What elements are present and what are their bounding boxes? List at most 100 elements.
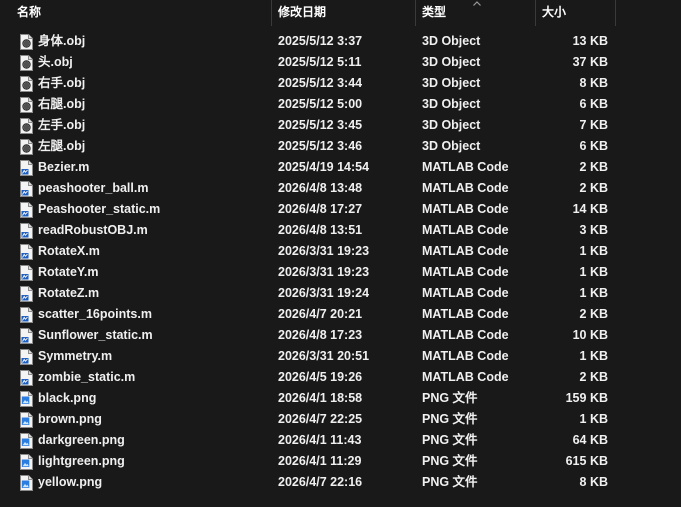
file-date-modified: 2026/3/31 19:24 — [278, 286, 370, 300]
column-header-name[interactable]: 名称 — [11, 0, 271, 26]
file-row[interactable]: Bezier.m 2025/4/19 14:54 MATLAB Code 2 KB — [0, 157, 681, 178]
file-name: 头.obj — [38, 55, 73, 69]
file-name: RotateY.m — [38, 265, 99, 279]
file-name: 右腿.obj — [38, 97, 86, 111]
column-header-bar: 名称 修改日期 类型 大小 — [0, 0, 681, 26]
file-row[interactable]: brown.png 2026/4/7 22:25 PNG 文件 1 KB — [0, 409, 681, 430]
file-date-modified: 2026/4/8 13:48 — [278, 181, 363, 195]
file-date-modified: 2026/4/7 20:21 — [278, 307, 363, 321]
file-type: MATLAB Code — [422, 328, 509, 342]
file-name: Bezier.m — [38, 160, 90, 174]
file-row[interactable]: Peashooter_static.m 2026/4/8 17:27 MATLAB … — [0, 199, 681, 220]
png-file-icon — [20, 412, 33, 428]
3d-object-icon — [20, 97, 33, 113]
file-date-modified: 2026/4/7 22:25 — [278, 412, 363, 426]
file-date-modified: 2025/5/12 3:37 — [278, 34, 363, 48]
file-type: 3D Object — [422, 76, 481, 90]
png-file-icon — [20, 475, 33, 491]
3d-object-icon — [20, 55, 33, 71]
file-name: Sunflower_static.m — [38, 328, 153, 342]
file-date-modified: 2026/4/8 13:51 — [278, 223, 363, 237]
file-row[interactable]: 左手.obj 2025/5/12 3:45 3D Object 7 KB — [0, 115, 681, 136]
file-size: 8 KB — [579, 475, 608, 489]
file-date-modified: 2025/5/12 3:45 — [278, 118, 363, 132]
file-name: peashooter_ball.m — [38, 181, 149, 195]
file-row[interactable]: Symmetry.m 2026/3/31 20:51 MATLAB Code 1 KB — [0, 346, 681, 367]
file-row[interactable]: darkgreen.png 2026/4/1 11:43 PNG 文件 64 KB — [0, 430, 681, 451]
file-size: 2 KB — [579, 181, 608, 195]
file-name: 左手.obj — [38, 118, 86, 132]
file-row[interactable]: RotateX.m 2026/3/31 19:23 MATLAB Code 1 KB — [0, 241, 681, 262]
file-type: PNG 文件 — [422, 454, 478, 468]
file-date-modified: 2026/4/1 18:58 — [278, 391, 363, 405]
file-type: PNG 文件 — [422, 475, 478, 489]
file-name: black.png — [38, 391, 97, 405]
file-row[interactable]: 右手.obj 2025/5/12 3:44 3D Object 8 KB — [0, 73, 681, 94]
file-type: 3D Object — [422, 55, 481, 69]
file-date-modified: 2025/5/12 5:11 — [278, 55, 362, 69]
file-row[interactable]: Sunflower_static.m 2026/4/8 17:23 MATLAB C… — [0, 325, 681, 346]
file-date-modified: 2026/3/31 19:23 — [278, 265, 370, 279]
3d-object-icon — [20, 76, 33, 92]
file-row[interactable]: 身体.obj 2025/5/12 3:37 3D Object 13 KB — [0, 31, 681, 52]
3d-object-icon — [20, 139, 33, 155]
3d-object-icon — [20, 118, 33, 134]
file-name: readRobustOBJ.m — [38, 223, 148, 237]
file-size: 6 KB — [579, 139, 608, 153]
matlab-file-icon — [20, 244, 33, 260]
file-size: 1 KB — [579, 265, 608, 279]
matlab-file-icon — [20, 370, 33, 386]
file-size: 13 KB — [572, 34, 608, 48]
file-size: 8 KB — [579, 76, 608, 90]
column-header-size[interactable]: 大小 — [536, 0, 616, 26]
file-type: MATLAB Code — [422, 370, 509, 384]
file-name: RotateX.m — [38, 244, 100, 258]
file-date-modified: 2026/4/8 17:23 — [278, 328, 363, 342]
file-name: Peashooter_static.m — [38, 202, 161, 216]
file-date-modified: 2026/3/31 20:51 — [278, 349, 370, 363]
file-date-modified: 2026/4/7 22:16 — [278, 475, 363, 489]
column-header-date[interactable]: 修改日期 — [272, 0, 415, 26]
file-name: zombie_static.m — [38, 370, 136, 384]
file-size: 10 KB — [572, 328, 608, 342]
file-row[interactable]: peashooter_ball.m 2026/4/8 13:48 MATLAB Co… — [0, 178, 681, 199]
file-row[interactable]: yellow.png 2026/4/7 22:16 PNG 文件 8 KB — [0, 472, 681, 493]
column-separator[interactable] — [615, 0, 616, 26]
file-type: MATLAB Code — [422, 244, 509, 258]
matlab-file-icon — [20, 265, 33, 281]
matlab-file-icon — [20, 202, 33, 218]
file-row[interactable]: 头.obj 2025/5/12 5:11 3D Object 37 KB — [0, 52, 681, 73]
file-row[interactable]: lightgreen.png 2026/4/1 11:29 PNG 文件 615 KB — [0, 451, 681, 472]
file-date-modified: 2026/4/1 11:43 — [278, 433, 362, 447]
file-name: darkgreen.png — [38, 433, 125, 447]
file-date-modified: 2026/4/8 17:27 — [278, 202, 363, 216]
file-type: PNG 文件 — [422, 391, 478, 405]
file-list: 身体.obj 2025/5/12 3:37 3D Object 13 KB 头.obj 2… — [0, 31, 681, 493]
file-name: RotateZ.m — [38, 286, 100, 300]
file-date-modified: 2025/5/12 3:46 — [278, 139, 363, 153]
file-type: 3D Object — [422, 139, 481, 153]
file-date-modified: 2026/4/1 11:29 — [278, 454, 362, 468]
file-date-modified: 2025/5/12 5:00 — [278, 97, 363, 111]
file-date-modified: 2025/4/19 14:54 — [278, 160, 370, 174]
file-row[interactable]: readRobustOBJ.m 2026/4/8 13:51 MATLAB Code… — [0, 220, 681, 241]
file-row[interactable]: RotateY.m 2026/3/31 19:23 MATLAB Code 1 KB — [0, 262, 681, 283]
file-size: 1 KB — [579, 244, 608, 258]
file-name: 左腿.obj — [38, 139, 86, 153]
file-row[interactable]: RotateZ.m 2026/3/31 19:24 MATLAB Code 1 KB — [0, 283, 681, 304]
sort-ascending-icon — [473, 1, 481, 6]
file-row[interactable]: 右腿.obj 2025/5/12 5:00 3D Object 6 KB — [0, 94, 681, 115]
file-row[interactable]: scatter_16points.m 2026/4/7 20:21 MATLAB C… — [0, 304, 681, 325]
file-type: MATLAB Code — [422, 349, 509, 363]
file-row[interactable]: 左腿.obj 2025/5/12 3:46 3D Object 6 KB — [0, 136, 681, 157]
file-name: lightgreen.png — [38, 454, 125, 468]
file-type: MATLAB Code — [422, 286, 509, 300]
file-size: 2 KB — [579, 307, 608, 321]
file-row[interactable]: black.png 2026/4/1 18:58 PNG 文件 159 KB — [0, 388, 681, 409]
matlab-file-icon — [20, 349, 33, 365]
file-name: 右手.obj — [38, 76, 86, 90]
file-size: 615 KB — [565, 454, 608, 468]
matlab-file-icon — [20, 286, 33, 302]
file-date-modified: 2026/3/31 19:23 — [278, 244, 370, 258]
file-row[interactable]: zombie_static.m 2026/4/5 19:26 MATLAB Code… — [0, 367, 681, 388]
